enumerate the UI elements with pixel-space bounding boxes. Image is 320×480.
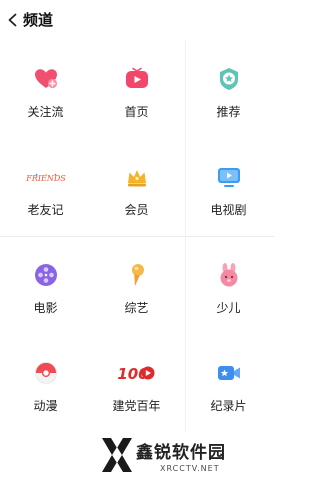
channel-dianying[interactable]: 电影 — [0, 236, 91, 334]
heart-plus-icon — [33, 66, 59, 92]
channel-dianshiju[interactable]: 电视剧 — [183, 138, 274, 236]
back-arrow-icon[interactable] — [5, 12, 21, 28]
channel-zongyi[interactable]: 综艺 — [91, 236, 182, 334]
channel-label: 纪录片 — [210, 399, 247, 413]
channel-label: 会员 — [124, 203, 149, 217]
channel-tuijian[interactable]: 推荐 — [183, 40, 274, 138]
watermark: 鑫锐软件园 XRCCTV.NET — [96, 432, 274, 480]
play-tv-icon — [124, 66, 150, 92]
header: 频道 — [0, 0, 274, 40]
channel-shouye[interactable]: 首页 — [91, 40, 182, 138]
page-title: 频道 — [23, 11, 54, 29]
tv-play-icon — [216, 164, 242, 190]
star-badge-icon — [216, 66, 242, 92]
microphone-icon — [124, 262, 150, 288]
channel-label: 建党百年 — [112, 399, 161, 413]
channel-jiandangbainian[interactable]: 100 建党百年 — [91, 334, 182, 432]
watermark-url: XRCCTV.NET — [160, 464, 220, 473]
channel-label: 综艺 — [124, 301, 149, 315]
channel-huiyuan[interactable]: 会员 — [91, 138, 182, 236]
channel-label: 电影 — [33, 301, 58, 315]
watermark-text: 鑫锐软件园 — [136, 443, 226, 463]
channel-label: 老友记 — [27, 203, 64, 217]
friends-logo-icon: FRIENDS — [26, 164, 66, 190]
crown-icon — [124, 164, 150, 190]
camera-icon — [216, 360, 242, 386]
channel-shaoer[interactable]: 少儿 — [183, 236, 274, 334]
centenary-100-icon: 100 — [118, 360, 156, 386]
film-reel-icon — [33, 262, 59, 288]
channel-label: 电视剧 — [210, 203, 247, 217]
channel-label: 推荐 — [216, 105, 241, 119]
channel-label: 动漫 — [33, 399, 58, 413]
bunny-icon — [216, 262, 242, 288]
channel-jilupian[interactable]: 纪录片 — [183, 334, 274, 432]
channel-dongman[interactable]: 动漫 — [0, 334, 91, 432]
svg-text:FRIENDS: FRIENDS — [26, 174, 66, 183]
x-logo-icon — [102, 438, 132, 472]
channel-label: 关注流 — [27, 105, 64, 119]
channel-label: 少儿 — [216, 301, 241, 315]
channel-guanzhuliu[interactable]: 关注流 — [0, 40, 91, 138]
channel-laoyouji[interactable]: FRIENDS 老友记 — [0, 138, 91, 236]
pokeball-icon — [33, 360, 59, 386]
channel-label: 首页 — [124, 105, 149, 119]
